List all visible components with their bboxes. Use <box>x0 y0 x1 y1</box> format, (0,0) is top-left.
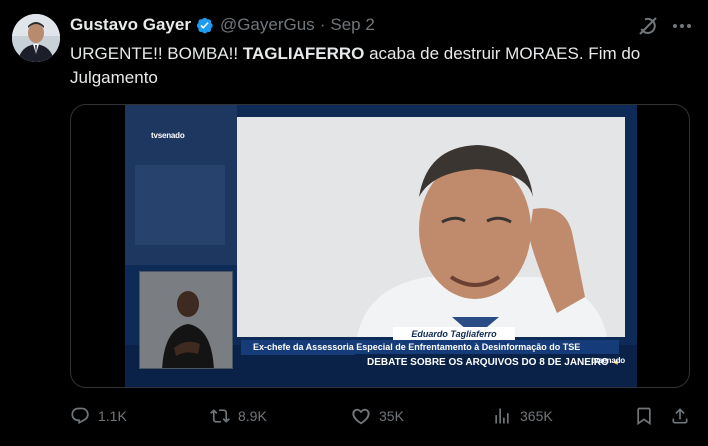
reply-count: 1.1K <box>98 408 127 424</box>
bookmark-button[interactable] <box>634 402 654 430</box>
channel-logo-bottom: tvsenado <box>591 356 625 365</box>
tweet-date[interactable]: Sep 2 <box>330 15 374 35</box>
speaker-role-caption: Ex-chefe da Assessoria Especial de Enfre… <box>241 340 619 355</box>
repost-icon <box>210 409 230 423</box>
reply-button[interactable]: 1.1K <box>70 402 127 430</box>
sign-language-interpreter <box>139 271 233 369</box>
speaker-name-caption: Eduardo Tagliaferro <box>393 327 515 341</box>
video-player[interactable]: tvsenado Eduardo Tagliaferro Ex-chefe da… <box>70 104 690 388</box>
channel-logo-top: tvsenado <box>151 131 185 140</box>
views-button[interactable]: 365K <box>492 402 553 430</box>
verified-badge-icon[interactable] <box>195 16 214 35</box>
speaker-video <box>237 117 625 337</box>
tweet-text-bold: TAGLIAFERRO <box>242 44 365 63</box>
views-count: 365K <box>520 408 553 424</box>
author-name[interactable]: Gustavo Gayer <box>70 15 191 35</box>
segment-title-caption: DEBATE SOBRE OS ARQUIVOS DO 8 DE JANEIRO… <box>355 354 619 371</box>
more-icon[interactable] <box>670 14 694 38</box>
tweet-text: URGENTE!! BOMBA!! TAGLIAFERRO acaba de d… <box>70 42 690 90</box>
tweet-header: Gustavo Gayer @GayerGus · Sep 2 <box>70 14 375 36</box>
like-button[interactable]: 35K <box>351 402 404 430</box>
repost-button[interactable]: 8.9K <box>210 402 267 430</box>
repost-count: 8.9K <box>238 408 267 424</box>
tweet[interactable]: Gustavo Gayer @GayerGus · Sep 2 URGENTE!… <box>0 0 708 446</box>
like-count: 35K <box>379 408 404 424</box>
views-icon <box>495 408 509 424</box>
action-bar: 1.1K 8.9K 35K 365K <box>70 402 695 430</box>
author-handle[interactable]: @GayerGus <box>220 15 315 35</box>
share-button[interactable] <box>670 402 690 430</box>
share-icon <box>672 408 688 424</box>
separator-dot: · <box>319 15 326 34</box>
like-icon <box>352 408 370 425</box>
bookmark-icon <box>637 407 651 426</box>
avatar[interactable] <box>12 14 60 62</box>
video-frame[interactable]: tvsenado Eduardo Tagliaferro Ex-chefe da… <box>125 105 637 387</box>
grok-icon[interactable] <box>636 14 660 38</box>
reply-icon <box>71 407 89 425</box>
segment-title: DEBATE SOBRE OS ARQUIVOS DO 8 DE JANEIRO <box>367 357 609 368</box>
tweet-text-part1: URGENTE!! BOMBA!! <box>70 44 243 63</box>
